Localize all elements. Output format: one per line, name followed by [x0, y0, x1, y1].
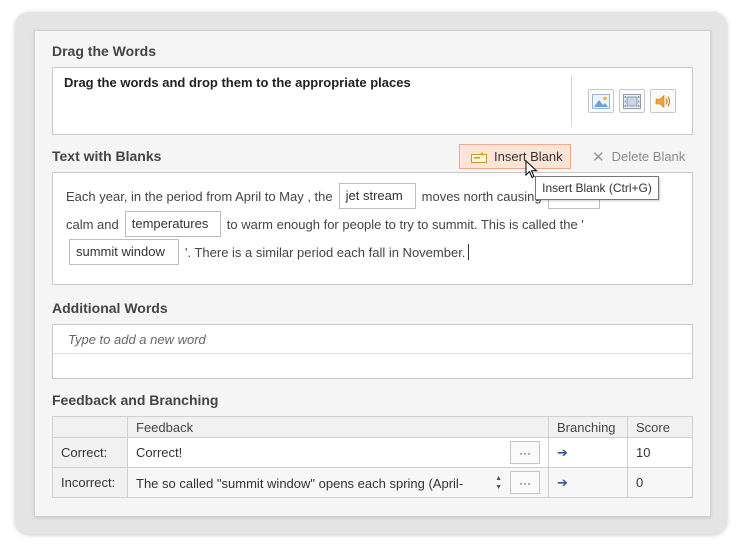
branch-arrow-icon: ➔ — [557, 444, 568, 460]
new-word-input[interactable]: Type to add a new word — [68, 332, 206, 347]
image-icon — [592, 93, 610, 109]
text-segment: to warm enough for people to try to summ… — [226, 216, 584, 232]
feedback-cell-correct[interactable]: Correct! ··· — [127, 437, 549, 468]
feedback-text: Correct! — [136, 445, 183, 460]
score-cell-correct[interactable]: 10 — [627, 437, 693, 468]
blank-field-jet-stream[interactable]: jet stream — [338, 183, 416, 209]
section-title-additional-words: Additional Words — [52, 300, 168, 316]
section-title-drag-words: Drag the Words — [52, 43, 156, 59]
insert-image-button[interactable] — [588, 89, 614, 113]
mouse-pointer-icon — [525, 160, 538, 179]
branching-cell-correct[interactable]: ➔ — [548, 437, 628, 468]
score-cell-incorrect[interactable]: 0 — [627, 467, 693, 498]
table-row: Correct: Correct! ··· ➔ 10 — [52, 437, 693, 468]
insert-blank-button[interactable]: Insert Blank — [459, 144, 571, 169]
blank-field-summit-window[interactable]: summit window — [69, 239, 179, 265]
instruction-text: Drag the words and drop them to the appr… — [64, 75, 411, 90]
text-caret — [468, 244, 470, 260]
insert-blank-icon — [471, 151, 487, 163]
text-segment: '. There is a similar period each fall i… — [185, 244, 466, 260]
media-separator — [571, 75, 572, 127]
text-segment: calm and — [66, 216, 119, 232]
insert-blank-tooltip: Insert Blank (Ctrl+G) — [535, 176, 659, 200]
header-score: Score — [627, 416, 693, 438]
table-row: Incorrect: The so called "summit window"… — [52, 467, 693, 498]
section-title-feedback: Feedback and Branching — [52, 392, 219, 408]
close-icon: ✕ — [592, 148, 605, 166]
spinner-arrows-icon[interactable]: ▲ ▼ — [495, 474, 502, 492]
text-line-1: Each year, in the period from April to M… — [66, 183, 606, 209]
feedback-text: The so called "summit window" opens each… — [136, 475, 464, 491]
text-segment: Each year, in the period from April to M… — [66, 188, 333, 204]
header-branching: Branching — [548, 416, 628, 438]
audio-icon — [655, 94, 671, 108]
header-feedback: Feedback — [127, 416, 549, 438]
delete-blank-label: Delete Blank — [611, 149, 686, 164]
text-line-3: summit window '. There is a similar peri… — [69, 239, 470, 265]
header-blank — [52, 416, 128, 438]
instruction-box[interactable]: Drag the words and drop them to the appr… — [52, 67, 693, 135]
word-divider — [53, 353, 692, 354]
text-line-2: calm and temperatures to warm enough for… — [66, 211, 584, 237]
row-label-correct: Correct: — [52, 437, 128, 468]
insert-video-button[interactable] — [619, 89, 645, 113]
text-segment: moves north causing — [421, 188, 542, 204]
feedback-table: Feedback Branching Score Correct: Correc… — [52, 416, 693, 498]
branch-arrow-icon: ➔ — [557, 474, 568, 490]
drag-words-panel: Drag the Words Drag the words and drop t… — [34, 30, 711, 517]
delete-blank-button[interactable]: ✕ Delete Blank — [592, 144, 702, 169]
more-options-button[interactable]: ··· — [510, 471, 540, 494]
feedback-cell-incorrect[interactable]: The so called "summit window" opens each… — [127, 467, 549, 498]
video-icon — [623, 93, 641, 109]
blank-field-temperatures[interactable]: temperatures — [124, 211, 221, 237]
more-options-button[interactable]: ··· — [510, 441, 540, 464]
section-title-text-blanks: Text with Blanks — [52, 148, 162, 164]
row-label-incorrect: Incorrect: — [52, 467, 128, 498]
additional-words-box: Type to add a new word — [52, 324, 693, 379]
insert-audio-button[interactable] — [650, 89, 676, 113]
branching-cell-incorrect[interactable]: ➔ — [548, 467, 628, 498]
